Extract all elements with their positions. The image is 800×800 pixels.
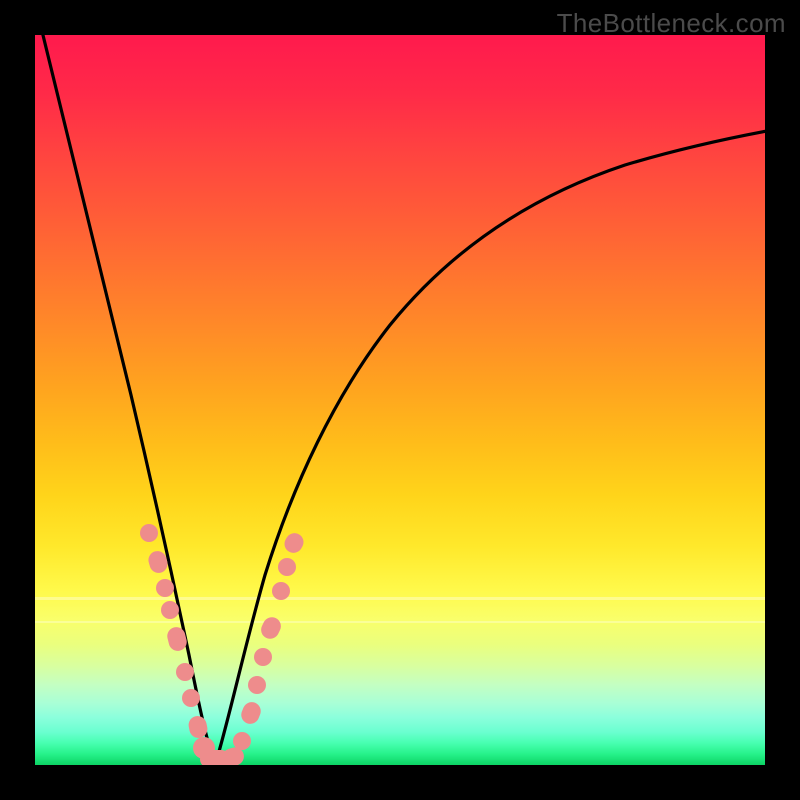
marker-dot	[272, 582, 290, 600]
marker-dot	[176, 663, 194, 681]
marker-dot	[278, 558, 296, 576]
marker-dot	[248, 676, 266, 694]
marker-dot	[161, 601, 179, 619]
marker-dot	[182, 689, 200, 707]
watermark-text: TheBottleneck.com	[557, 8, 786, 39]
bottleneck-curve	[35, 35, 765, 765]
marker-dot	[156, 579, 174, 597]
marker-dot	[233, 732, 251, 750]
chart-frame: TheBottleneck.com	[0, 0, 800, 800]
marker-dot	[254, 648, 272, 666]
plot-area	[35, 35, 765, 765]
marker-dot	[140, 524, 158, 542]
